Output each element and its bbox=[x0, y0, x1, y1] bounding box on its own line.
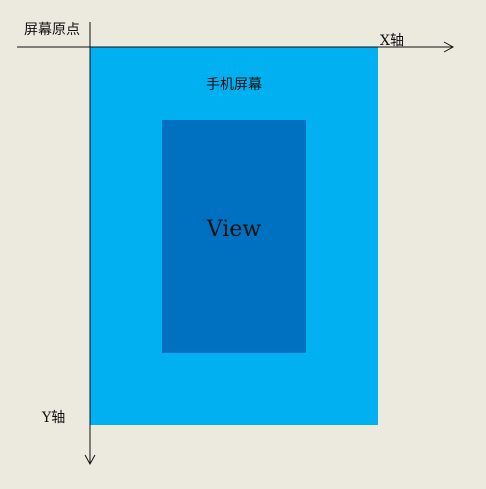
origin-label: 屏幕原点 bbox=[24, 22, 80, 38]
x-axis-label: X轴 bbox=[380, 33, 404, 49]
phone-screen-label: 手机屏幕 bbox=[206, 77, 262, 93]
axes bbox=[17, 22, 455, 466]
view-label: View bbox=[206, 217, 262, 242]
y-axis-label: Y轴 bbox=[42, 410, 66, 426]
